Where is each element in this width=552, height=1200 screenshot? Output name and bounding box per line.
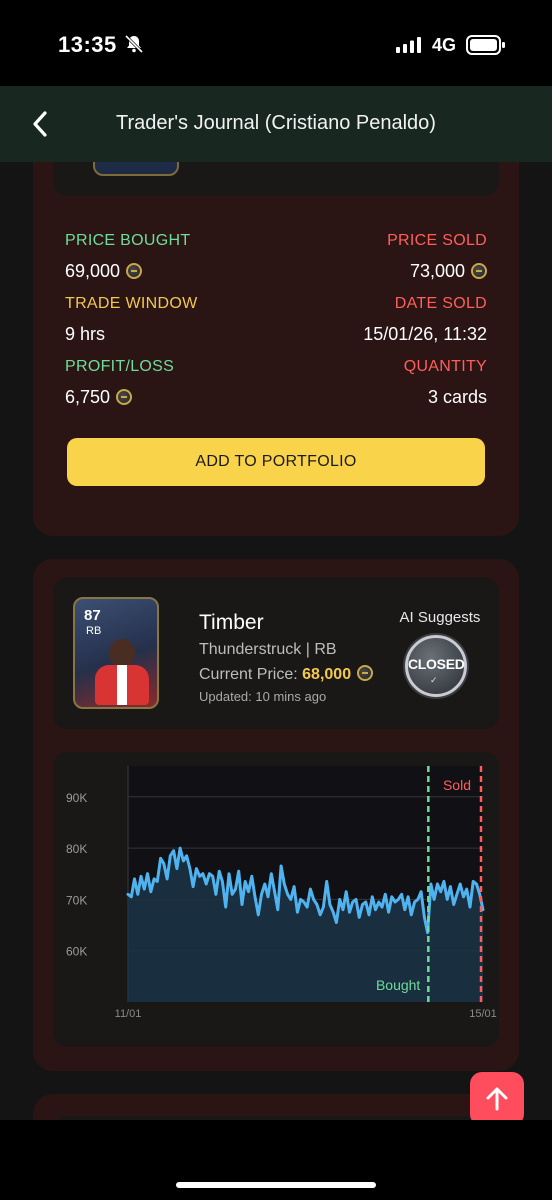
price-sold-row: 73,000 xyxy=(410,261,487,282)
bought-label: Bought xyxy=(376,977,420,993)
coin-icon xyxy=(116,389,133,405)
y-tick-label: 80K xyxy=(66,842,87,856)
x-tick-label: 15/01 xyxy=(469,1008,497,1020)
network-type: 4G xyxy=(432,35,457,55)
bottom-safe-area xyxy=(0,1120,552,1200)
y-tick-label: 90K xyxy=(66,791,87,805)
price-chart-svg: 90K 80K 70K 60K 11/01 15/01 Bought Sold xyxy=(66,766,497,1020)
ai-badge-text: CLOSED xyxy=(408,656,465,672)
date-sold-value: 15/01/26, 11:32 xyxy=(363,324,487,344)
x-tick-label: 11/01 xyxy=(115,1008,142,1020)
date-sold-label: DATE SOLD xyxy=(394,295,487,312)
y-tick-label: 60K xyxy=(66,945,87,959)
coin-icon xyxy=(357,665,374,681)
player-name: Timber xyxy=(199,611,264,634)
status-bar: 13:35 4G xyxy=(0,0,552,86)
current-price-label: Current Price: xyxy=(199,666,298,683)
quantity-label: QUANTITY xyxy=(403,358,487,375)
price-sold-label: PRICE SOLD xyxy=(387,232,487,249)
player-card-image: 87 RB xyxy=(73,597,159,709)
nav-bar: Trader's Journal (Cristiano Penaldo) xyxy=(0,86,552,162)
price-bought-row: 69,000 xyxy=(65,261,143,282)
player-kit-graphic xyxy=(95,665,149,705)
player-info-box: 87 RB Timber Thunderstruck | RB Current … xyxy=(53,577,499,729)
current-price-row: Current Price: 68,000 xyxy=(199,665,374,684)
trade-window-label: TRADE WINDOW xyxy=(65,295,198,312)
updated-time: Updated: 10 mins ago xyxy=(199,689,327,704)
profit-loss-row: 6,750 xyxy=(65,387,133,408)
signal-icon xyxy=(396,37,421,53)
trade-card-previous: PRICE BOUGHT 69,000 PRICE SOLD 73,000 TR… xyxy=(33,162,519,536)
trade-card-timber: 87 RB Timber Thunderstruck | RB Current … xyxy=(33,559,519,1071)
y-tick-label: 70K xyxy=(66,893,87,907)
player-card-position: RB xyxy=(86,625,102,637)
player-version: Thunderstruck | RB xyxy=(199,641,337,658)
sold-label: Sold xyxy=(443,777,471,793)
price-sold-value: 73,000 xyxy=(409,261,465,281)
arrow-up-icon xyxy=(486,1087,508,1111)
content-area[interactable]: PRICE BOUGHT 69,000 PRICE SOLD 73,000 TR… xyxy=(0,162,552,1120)
page-title: Trader's Journal (Cristiano Penaldo) xyxy=(116,112,436,134)
add-to-portfolio-button[interactable]: ADD TO PORTFOLIO xyxy=(67,438,485,486)
status-time: 13:35 xyxy=(58,32,117,57)
coin-icon xyxy=(126,263,143,279)
trade-card-next xyxy=(33,1094,519,1120)
quantity-value: 3 cards xyxy=(427,387,487,407)
ai-suggests-label: AI Suggests xyxy=(399,609,481,626)
scroll-to-top-button[interactable] xyxy=(470,1072,524,1126)
price-bought-label: PRICE BOUGHT xyxy=(65,232,191,249)
profit-loss-label: PROFIT/LOSS xyxy=(65,358,175,375)
trade-window-value: 9 hrs xyxy=(65,324,106,344)
profit-loss-value: 6,750 xyxy=(65,387,111,407)
price-bought-value: 69,000 xyxy=(65,261,121,281)
coin-icon xyxy=(471,263,487,279)
check-icon: ✓ xyxy=(430,675,438,685)
bell-muted-icon xyxy=(124,34,144,54)
previous-player-card-image xyxy=(93,162,179,176)
home-indicator[interactable] xyxy=(176,1182,376,1188)
player-head-graphic xyxy=(109,639,135,667)
current-price-value: 68,000 xyxy=(302,666,352,683)
previous-player-box xyxy=(53,162,499,196)
battery-icon xyxy=(466,35,505,55)
ai-closed-badge[interactable]: CLOSED ✓ xyxy=(405,635,467,697)
price-chart: 90K 80K 70K 60K 11/01 15/01 Bought Sold xyxy=(53,752,499,1047)
player-rating: 87 xyxy=(84,607,101,624)
